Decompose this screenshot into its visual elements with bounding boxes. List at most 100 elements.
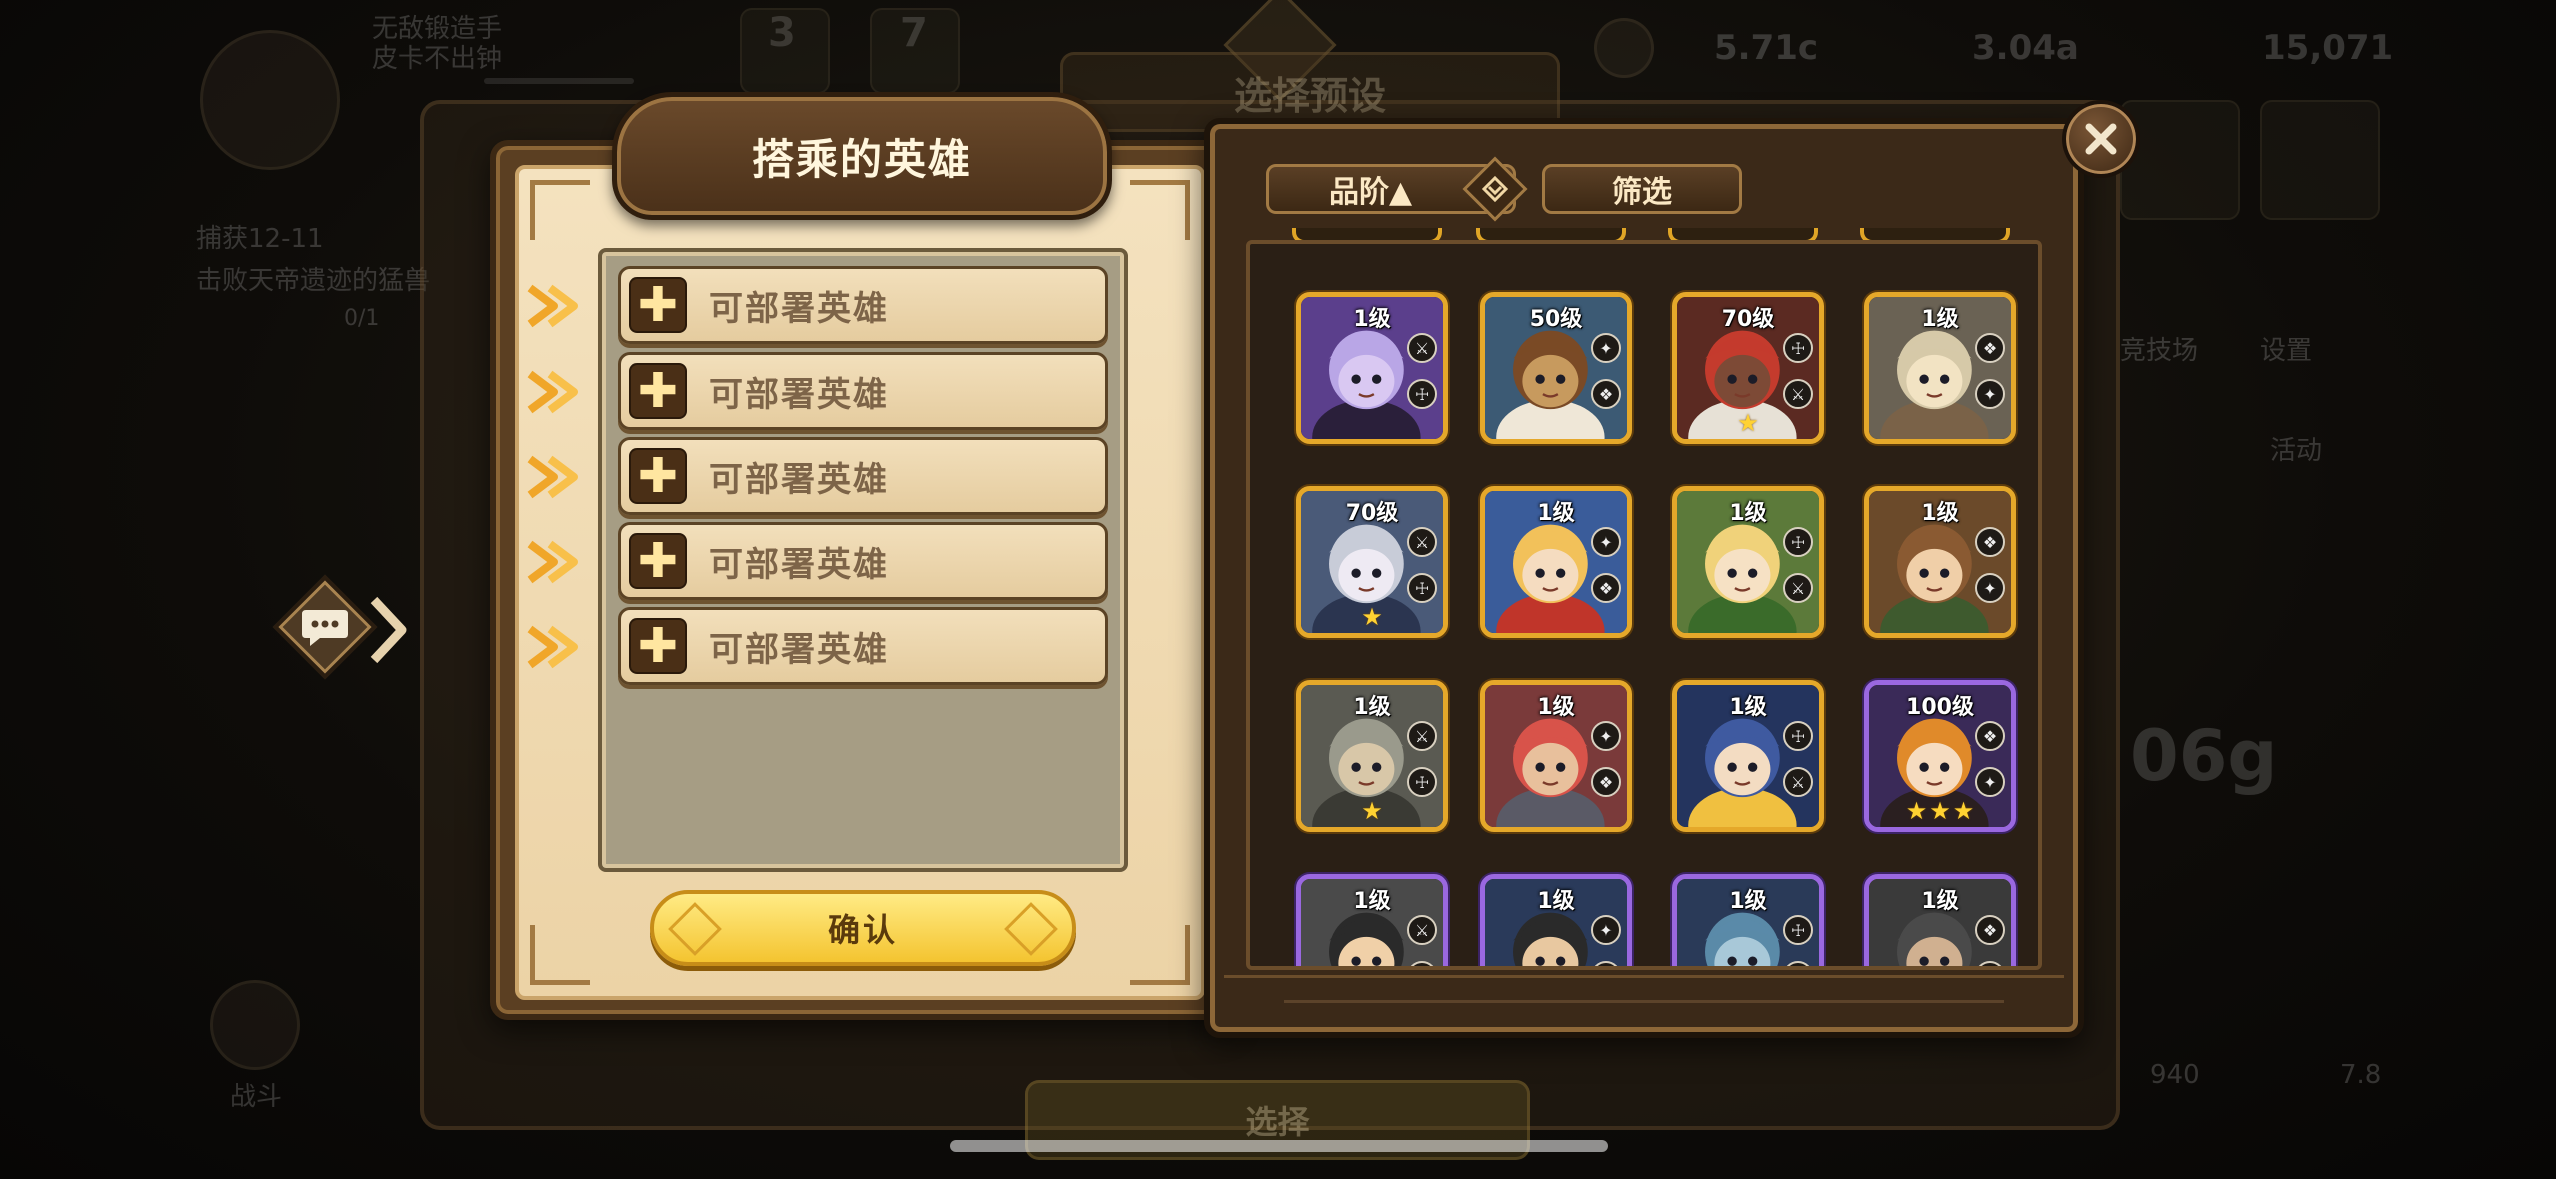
hero-level: 1级 [1729, 501, 1767, 526]
deploy-hero-slot[interactable]: ✚ 可部署英雄 [618, 266, 1108, 344]
hero-level: 1级 [1353, 307, 1391, 332]
star-icon: ★ [1361, 603, 1383, 631]
hero-card[interactable]: 1级 ⚔ ☩ ★ [1296, 680, 1448, 832]
plus-icon: ✚ [637, 448, 679, 504]
hero-stars: ★ [1301, 605, 1443, 629]
bg-exp-bar [484, 78, 634, 84]
star-icon: ★ [1952, 797, 1975, 825]
confirm-button[interactable]: 确认 [650, 890, 1076, 966]
hero-grid-scroll[interactable]: 1级 ⚔ ☩ 50级 ✦ ❖ 70级 ☩ ⚔ ★ 1级 ❖ ✦ 70级 ⚔ ☩ ★ 1级 ✦ ❖ 1级 ☩ ⚔ 1级 ❖ ✦ 1级 ⚔… [1246, 240, 2042, 970]
class-icon: ☩ [1783, 915, 1813, 945]
add-hero-button[interactable]: ✚ [629, 448, 687, 504]
class-icon: ⚔ [1407, 333, 1437, 363]
class-icon: ❖ [1975, 527, 2005, 557]
add-hero-button[interactable]: ✚ [629, 533, 687, 589]
bg-side-label-2: 设置 [2260, 336, 2313, 366]
bg-player-name: 皮卡不出钟 [372, 44, 503, 74]
hero-card[interactable]: 1级❖✦ [1864, 292, 2016, 444]
slot-label: 可部署英雄 [709, 629, 889, 670]
bg-bottom-value-2: 940 [2150, 1060, 2200, 1090]
class-icon: ⚔ [1407, 721, 1437, 751]
bg-badge-1-value: 3 [768, 10, 796, 56]
deploy-hero-slot[interactable]: ✚ 可部署英雄 [618, 352, 1108, 430]
hero-card[interactable]: 1级 ☩ ⚔ [1672, 486, 1824, 638]
chevron-right-icon[interactable] [368, 596, 408, 664]
hero-level: 70级 [1721, 307, 1775, 332]
class-icon: ❖ [1975, 915, 2005, 945]
bg-side-panel-right [2120, 100, 2240, 220]
ornament-corner [1130, 925, 1190, 985]
hero-stars: ★ [1301, 799, 1443, 823]
chat-bubble-icon [302, 610, 348, 646]
class-icon: ✦ [1591, 915, 1621, 945]
faction-icon: ❖ [1591, 573, 1621, 603]
ornament-corner [530, 180, 590, 240]
sort-order-icon [1481, 175, 1509, 203]
hero-card[interactable]: 1级❖✦ [1864, 874, 2016, 966]
faction-icon: ☩ [1407, 379, 1437, 409]
bg-currency-3: 15,071 [2262, 28, 2394, 68]
bg-currency-2: 3.04a [1972, 28, 2079, 68]
slot-label: 可部署英雄 [709, 288, 889, 329]
hero-stars: ★ [1677, 411, 1819, 435]
hero-card[interactable]: 70级 ⚔ ☩ ★ [1296, 486, 1448, 638]
deploy-hero-slot[interactable]: ✚ 可部署英雄 [618, 522, 1108, 600]
hero-level: 1级 [1537, 695, 1575, 720]
home-indicator[interactable] [950, 1140, 1608, 1152]
hero-card[interactable]: 1级✦❖ [1480, 680, 1632, 832]
add-hero-button[interactable]: ✚ [629, 277, 687, 333]
plus-icon: ✚ [637, 618, 679, 674]
ornament-diamond [1004, 902, 1058, 956]
hero-level: 1级 [1353, 695, 1391, 720]
faction-icon: ⚔ [1783, 573, 1813, 603]
deploy-hero-slot[interactable]: ✚ 可部署英雄 [618, 607, 1108, 685]
hero-level: 1级 [1921, 889, 1959, 914]
slot-arrow-icon [527, 540, 578, 584]
bg-currency-icon-1 [1594, 18, 1654, 78]
class-icon: ✦ [1591, 333, 1621, 363]
hero-card[interactable]: 100级 ❖ ✦ ★ ★ ★ [1864, 680, 2016, 832]
hero-level: 1级 [1537, 501, 1575, 526]
hero-card[interactable]: 1级☩⚔ [1672, 680, 1824, 832]
slot-arrow-icon [527, 455, 578, 499]
add-hero-button[interactable]: ✚ [629, 363, 687, 419]
class-icon: ☩ [1783, 721, 1813, 751]
star-icon: ★ [1361, 797, 1383, 825]
faction-icon: ✦ [1975, 379, 2005, 409]
hero-level: 1级 [1921, 501, 1959, 526]
bg-big-value: 06g [2130, 715, 2278, 797]
hero-card[interactable]: 1级✦❖ [1480, 486, 1632, 638]
deploy-hero-slot[interactable]: ✚ 可部署英雄 [618, 437, 1108, 515]
bg-side-label-3: 竞技场 [2120, 336, 2199, 366]
plus-icon: ✚ [637, 533, 679, 589]
hero-card[interactable]: 1级❖✦ [1864, 486, 2016, 638]
hero-level: 50级 [1529, 307, 1583, 332]
hero-level: 1级 [1537, 889, 1575, 914]
hero-card[interactable]: 1级☩⚔ [1672, 874, 1824, 966]
hero-card[interactable]: 1级⚔☩ [1296, 874, 1448, 966]
slot-label: 可部署英雄 [709, 544, 889, 585]
filter-button[interactable]: 筛选 [1542, 164, 1742, 214]
bg-mission-title: 捕获12-11 [196, 224, 324, 254]
bg-bottom-left-icon [210, 980, 300, 1070]
star-icon: ★ [1929, 797, 1951, 825]
hero-card[interactable]: 50级 ✦ ❖ [1480, 292, 1632, 444]
plus-icon: ✚ [637, 277, 679, 333]
class-icon: ✦ [1591, 721, 1621, 751]
faction-icon: ☩ [1407, 573, 1437, 603]
close-button[interactable] [2062, 100, 2140, 178]
hero-card[interactable]: 70级 ☩ ⚔ ★ [1672, 292, 1824, 444]
bg-badge-2-value: 7 [900, 10, 928, 56]
faction-icon: ☩ [1407, 767, 1437, 797]
hero-card[interactable]: 1级 ⚔ ☩ [1296, 292, 1448, 444]
faction-icon: ❖ [1591, 379, 1621, 409]
bg-bottom-left-label: 战斗 [230, 1082, 283, 1112]
star-icon: ★ [1905, 797, 1928, 825]
bg-mission-desc: 击败天帝遗迹的猛兽 [196, 266, 431, 296]
confirm-button-label: 确认 [827, 911, 898, 949]
add-hero-button[interactable]: ✚ [629, 618, 687, 674]
panel-title: 搭乘的英雄 [612, 92, 1112, 220]
class-icon: ☩ [1783, 527, 1813, 557]
star-icon: ★ [1737, 409, 1759, 437]
hero-card[interactable]: 1级✦❖ [1480, 874, 1632, 966]
